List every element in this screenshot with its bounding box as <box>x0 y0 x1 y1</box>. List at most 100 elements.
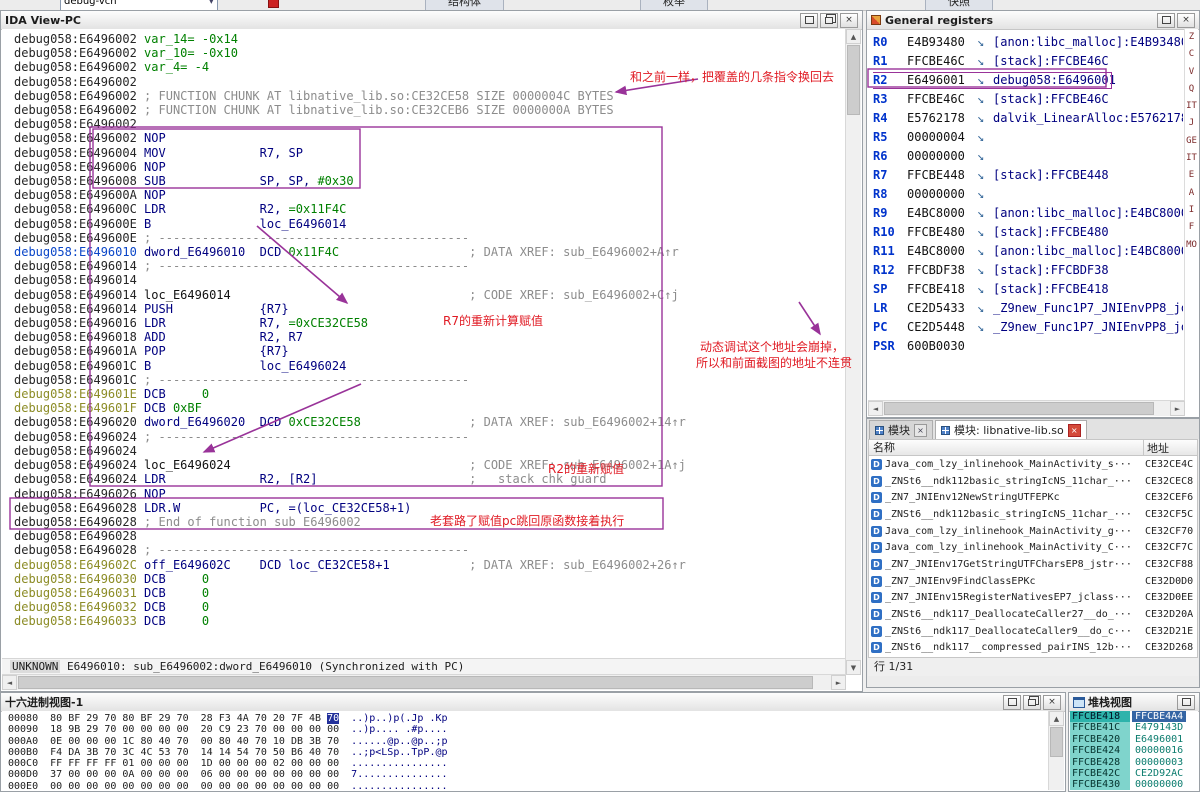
disasm-line[interactable]: debug058:E649601C ; --------------------… <box>14 373 846 387</box>
register-row[interactable]: R0 E4B93480 ↘ [anon:libc_malloc]:E4B93480 <box>873 33 1183 52</box>
close-icon[interactable]: × <box>1177 12 1195 28</box>
hex-row[interactable]: 000A0 0E 00 00 00 1C 80 40 70 00 80 40 7… <box>8 736 1049 747</box>
scroll-down-icon[interactable]: ▼ <box>846 660 861 675</box>
module-row[interactable]: D Java_com_lzy_inlinehook_MainActivity_s·… <box>869 456 1197 473</box>
disasm-line[interactable]: debug058:E6496002 <box>14 117 846 131</box>
register-target[interactable]: _Z9new_Func1P7_JNIEnvPP8_jobject+ <box>993 320 1183 334</box>
module-row[interactable]: D _ZN7_JNIEnv9FindClassEPKc CE32D0D0 <box>869 573 1197 590</box>
register-row[interactable]: R2 E6496001 ↘ debug058:E6496001 <box>873 71 1183 90</box>
maximize-icon[interactable] <box>1157 12 1175 28</box>
column-name[interactable]: 名称 <box>869 440 1144 455</box>
registers-titlebar[interactable]: General registers × <box>867 11 1199 30</box>
disasm-line[interactable]: debug058:E6496002 NOP <box>14 131 846 145</box>
jump-arrow-icon[interactable]: ↘ <box>977 128 993 147</box>
jump-arrow-icon[interactable]: ↘ <box>977 166 993 185</box>
disasm-line[interactable]: debug058:E6496024 <box>14 444 846 458</box>
jump-arrow-icon[interactable]: ↘ <box>977 204 993 223</box>
jump-arrow-icon[interactable]: ↘ <box>977 185 993 204</box>
jump-arrow-icon[interactable]: ↘ <box>977 242 993 261</box>
disasm-line[interactable]: debug058:E649600C LDR R2, =0x11F4C <box>14 202 846 216</box>
close-icon[interactable]: × <box>914 423 927 437</box>
disasm-line[interactable]: debug058:E6496031 DCB 0 <box>14 586 846 600</box>
register-target[interactable]: [stack]:FFCBE480 <box>993 225 1109 239</box>
jump-arrow-icon[interactable]: ↘ <box>977 52 993 71</box>
register-target[interactable]: [stack]:FFCBE448 <box>993 168 1109 182</box>
module-row[interactable]: D _ZN7_JNIEnv15RegisterNativesEP7_jclass·… <box>869 590 1197 607</box>
scroll-up-icon[interactable]: ▲ <box>1049 711 1064 726</box>
register-row[interactable]: PSR 600B0030 <box>873 337 1183 356</box>
register-row[interactable]: R3 FFCBE46C ↘ [stack]:FFCBE46C <box>873 90 1183 109</box>
maximize-icon[interactable] <box>1003 694 1021 710</box>
module-row[interactable]: D _ZNSt6__ndk112basic_stringIcNS_11char_·… <box>869 506 1197 523</box>
disasm-line[interactable]: debug058:E6496002 ; FUNCTION CHUNK AT li… <box>14 103 846 117</box>
restore-icon[interactable] <box>1023 694 1041 710</box>
module-row[interactable]: D _ZNSt6__ndk117_DeallocateCaller9__do_c·… <box>869 623 1197 640</box>
hex-rows[interactable]: 00080 80 BF 29 70 80 BF 29 70 28 F3 4A 7… <box>2 711 1049 790</box>
register-target[interactable]: [stack]:FFCBDF38 <box>993 263 1109 277</box>
scroll-left-icon[interactable]: ◄ <box>868 401 883 416</box>
register-row[interactable]: R7 FFCBE448 ↘ [stack]:FFCBE448 <box>873 166 1183 185</box>
disasm-line[interactable]: debug058:E6496016 LDR R7, =0xCE32CE58 <box>14 316 846 330</box>
tab-module-libnative[interactable]: 模块: libnative-lib.so × <box>935 420 1087 439</box>
stack-row[interactable]: FFCBE420 E6496001 <box>1070 733 1198 746</box>
register-row[interactable]: PC CE2D5448 ↘_Z9new_Func1P7_JNIEnvPP8_jobj… <box>873 318 1183 337</box>
disasm-line[interactable]: debug058:E6496024 LDR R2, [R2] ; __stack… <box>14 472 846 486</box>
stack-rows[interactable]: FFCBE418 FFCBE4A4 FFCBE41C E479143D FFCBE420… <box>1070 711 1198 790</box>
disasm-line[interactable]: debug058:E6496002 var_10= -0x10 <box>14 46 846 60</box>
hex-row[interactable]: 000C0 FF FF FF FF 01 00 00 00 1D 00 00 0… <box>8 758 1049 769</box>
registers-horizontal-scrollbar[interactable]: ◄ ► <box>868 400 1185 416</box>
stop-debugger-icon[interactable] <box>268 0 279 8</box>
hex-row[interactable]: 000E0 00 00 00 00 00 00 00 00 00 00 00 0… <box>8 781 1049 790</box>
hex-vertical-scrollbar[interactable]: ▲ <box>1048 711 1064 790</box>
register-target[interactable]: [stack]:FFCBE418 <box>993 282 1109 296</box>
close-icon[interactable]: × <box>1043 694 1061 710</box>
register-target[interactable]: [stack]:FFCBE46C <box>993 54 1109 68</box>
register-row[interactable]: R10 FFCBE480 ↘ [stack]:FFCBE480 <box>873 223 1183 242</box>
stack-view-titlebar[interactable]: 堆栈视图 <box>1069 693 1199 712</box>
jump-arrow-icon[interactable]: ↘ <box>977 147 993 166</box>
disasm-line[interactable]: debug058:E6496014 <box>14 273 846 287</box>
disasm-line[interactable]: debug058:E649600E B loc_E6496014 <box>14 217 846 231</box>
register-row[interactable]: LR CE2D5433 ↘_Z9new_Func1P7_JNIEnvPP8_jobj… <box>873 299 1183 318</box>
register-row[interactable]: R12 FFCBDF38 ↘ [stack]:FFCBDF38 <box>873 261 1183 280</box>
hex-row[interactable]: 00090 18 9B 29 70 00 00 00 00 20 C9 23 7… <box>8 724 1049 735</box>
hex-view-titlebar[interactable]: 十六进制视图-1 × <box>1 693 1065 712</box>
disasm-line[interactable]: debug058:E649601E DCB 0 <box>14 387 846 401</box>
scroll-right-icon[interactable]: ► <box>1170 401 1185 416</box>
register-target[interactable]: [anon:libc_malloc]:E4B93480 <box>993 35 1183 49</box>
disasm-line[interactable]: debug058:E649600E ; --------------------… <box>14 231 846 245</box>
disasm-line[interactable]: debug058:E6496014 loc_E6496014 ; CODE XR… <box>14 288 846 302</box>
jump-arrow-icon[interactable]: ↘ <box>977 318 993 337</box>
scroll-left-icon[interactable]: ◄ <box>2 675 17 690</box>
disasm-line[interactable]: debug058:E649600A NOP <box>14 188 846 202</box>
disasm-line[interactable]: debug058:E6496002 var_14= -0x14 <box>14 32 846 46</box>
disasm-horizontal-scrollbar[interactable]: ◄ ► <box>2 674 846 690</box>
register-target[interactable]: dalvik_LinearAlloc:E5762178 <box>993 111 1183 125</box>
maximize-icon[interactable] <box>800 12 818 28</box>
disasm-line[interactable]: debug058:E6496024 ; --------------------… <box>14 430 846 444</box>
register-row[interactable]: R9 E4BC8000 ↘ [anon:libc_malloc]:E4BC8000 <box>873 204 1183 223</box>
disasm-line[interactable]: debug058:E649602C off_E649602C DCD loc_C… <box>14 558 846 572</box>
jump-arrow-icon[interactable]: ↘ <box>977 280 993 299</box>
disasm-line[interactable]: debug058:E6496028 ; --------------------… <box>14 543 846 557</box>
register-target[interactable]: [anon:libc_malloc]:E4BC8000 <box>993 206 1183 220</box>
stack-row[interactable]: FFCBE430 00000000 <box>1070 779 1198 790</box>
jump-arrow-icon[interactable]: ↘ <box>977 109 993 128</box>
close-icon[interactable]: × <box>1067 423 1081 437</box>
close-icon[interactable]: × <box>840 12 858 28</box>
selected-byte[interactable]: 70 <box>327 713 340 724</box>
jump-arrow-icon[interactable]: ↘ <box>977 90 993 109</box>
register-row[interactable]: R5 00000004 ↘ <box>873 128 1183 147</box>
disasm-line[interactable]: debug058:E6496014 PUSH {R7} <box>14 302 846 316</box>
disasm-line[interactable]: debug058:E6496033 DCB 0 <box>14 614 846 628</box>
module-row[interactable]: D Java_com_lzy_inlinehook_MainActivity_g·… <box>869 523 1197 540</box>
register-target[interactable]: [anon:libc_malloc]:E4BC8000 <box>993 244 1183 258</box>
disasm-line[interactable]: debug058:E6496028 <box>14 529 846 543</box>
module-row[interactable]: D _ZNSt6__ndk117__compressed_pairINS_12b·… <box>869 640 1197 657</box>
disasm-line[interactable]: debug058:E6496004 MOV R7, SP <box>14 146 846 160</box>
module-row[interactable]: D _ZNSt6__ndk112basic_stringIcNS_11char_·… <box>869 473 1197 490</box>
ida-view-titlebar[interactable]: IDA View-PC × <box>1 11 862 30</box>
disasm-line[interactable]: debug058:E6496026 NOP <box>14 487 846 501</box>
module-row[interactable]: D _ZN7_JNIEnv12NewStringUTFEPKc CE32CEF6 <box>869 489 1197 506</box>
jump-arrow-icon[interactable]: ↘ <box>977 33 993 52</box>
